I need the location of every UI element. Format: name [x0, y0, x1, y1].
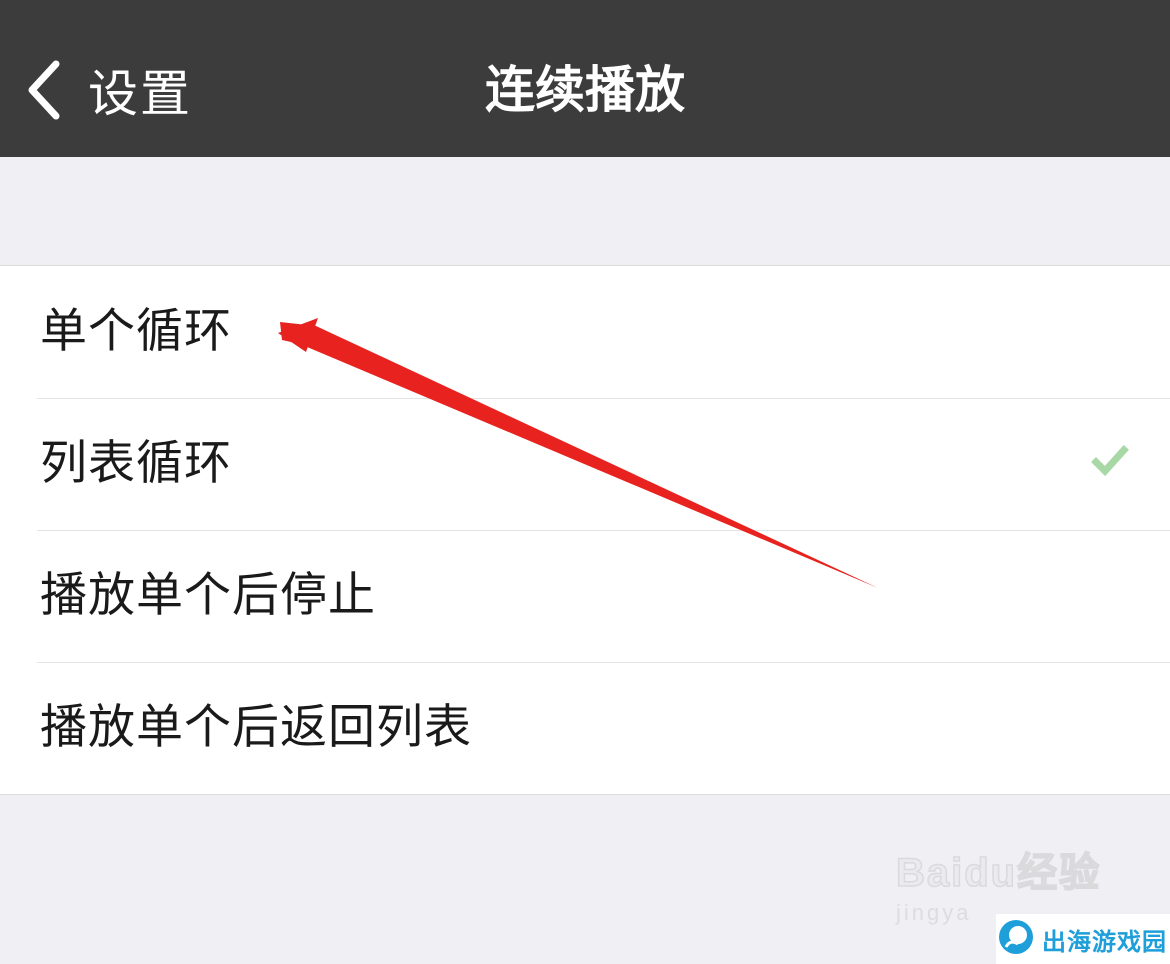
option-list-loop[interactable]: 列表循环: [0, 398, 1170, 530]
watermark-logo: Baidu经验: [895, 850, 1102, 896]
badge-logo-icon: [996, 917, 1036, 961]
site-badge: 出海游戏园: [996, 914, 1170, 964]
option-label: 单个循环: [40, 304, 232, 359]
option-label: 播放单个后停止: [40, 568, 376, 623]
navigation-bar: 设置 连续播放: [0, 0, 1170, 157]
option-label: 播放单个后返回列表: [40, 700, 472, 755]
badge-text: 出海游戏园: [1042, 927, 1167, 956]
option-stop-after-single[interactable]: 播放单个后停止: [0, 530, 1170, 662]
back-label: 设置: [88, 65, 192, 123]
chevron-left-icon: [24, 58, 64, 122]
playback-options-list: 单个循环 列表循环 播放单个后停止 播放单个后返回列表: [0, 265, 1170, 795]
option-single-loop[interactable]: 单个循环: [0, 266, 1170, 398]
back-button[interactable]: 设置: [24, 58, 192, 123]
checkmark-icon: [1090, 440, 1130, 484]
option-label: 列表循环: [40, 436, 232, 491]
option-return-to-list[interactable]: 播放单个后返回列表: [0, 662, 1170, 794]
